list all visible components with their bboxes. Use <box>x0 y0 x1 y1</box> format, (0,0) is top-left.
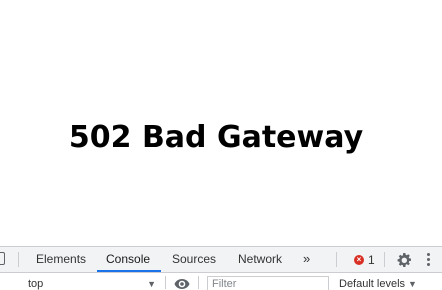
gear-icon[interactable] <box>396 252 412 268</box>
page-viewport: 502 Bad Gateway <box>0 0 442 246</box>
error-count: 1 <box>368 253 375 267</box>
log-levels-label: Default levels <box>339 278 406 290</box>
tab-console[interactable]: Console <box>97 247 161 272</box>
eye-icon[interactable] <box>174 278 190 290</box>
log-levels-dropdown[interactable]: Default levels ▼ <box>339 277 417 290</box>
browser-page: 502 Bad Gateway Elements Console Sources… <box>0 0 442 290</box>
toolbar-divider <box>165 276 166 289</box>
tabbar-divider <box>18 252 19 267</box>
chevron-down-icon: ▼ <box>147 279 156 289</box>
tabbar-divider <box>336 252 337 267</box>
devtools-panel: Elements Console Sources Network » × 1 t… <box>0 246 442 290</box>
context-selector[interactable]: top ▼ <box>20 277 160 290</box>
error-counter-button[interactable]: × 1 <box>354 253 375 267</box>
error-icon: × <box>354 255 364 265</box>
kebab-menu-icon[interactable] <box>427 253 431 267</box>
tab-elements[interactable]: Elements <box>36 247 86 272</box>
console-toolbar: top ▼ Default levels▼ <box>0 273 442 290</box>
tab-sources[interactable]: Sources <box>172 247 216 272</box>
filter-input[interactable] <box>207 276 329 290</box>
tab-network[interactable]: Network <box>238 247 282 272</box>
toolbar-divider <box>198 276 199 289</box>
page-title: 502 Bad Gateway <box>68 120 364 155</box>
devtools-tabbar: Elements Console Sources Network » × 1 <box>0 247 442 273</box>
tabbar-divider <box>384 252 385 267</box>
more-tabs-button[interactable]: » <box>303 247 310 272</box>
context-value: top <box>28 278 44 290</box>
device-toolbar-icon[interactable] <box>0 252 5 265</box>
chevron-down-icon: ▼ <box>408 279 417 289</box>
